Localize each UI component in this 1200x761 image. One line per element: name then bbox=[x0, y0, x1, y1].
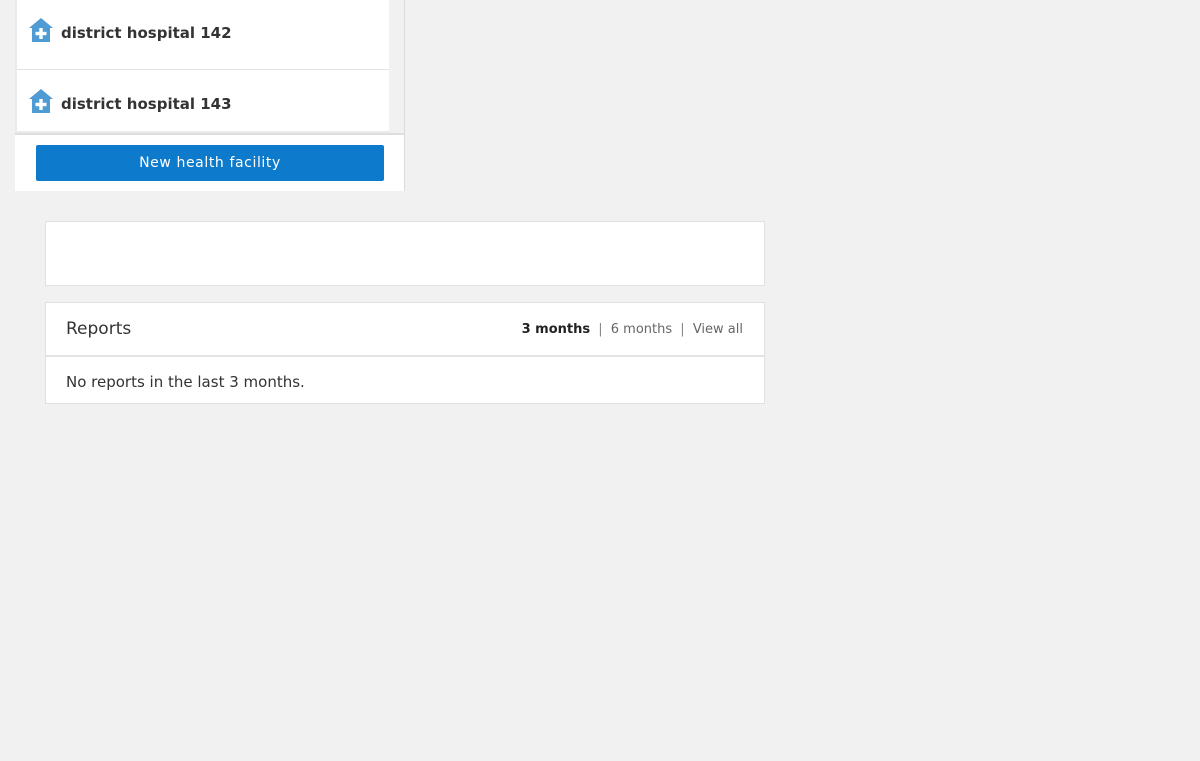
reports-header: Reports 3 months | 6 months | View all bbox=[46, 303, 764, 357]
range-separator: | bbox=[598, 322, 603, 337]
facility-item[interactable]: district hospital 142 bbox=[17, 0, 389, 70]
facility-item[interactable]: district hospital 143 bbox=[17, 71, 389, 131]
facility-name: district hospital 143 bbox=[61, 95, 232, 113]
scrollbar[interactable] bbox=[389, 0, 404, 133]
facility-name: district hospital 142 bbox=[61, 24, 232, 42]
health-facility-icon bbox=[28, 17, 54, 43]
report-range-filter: 3 months | 6 months | View all bbox=[522, 322, 743, 337]
health-facility-icon bbox=[28, 88, 54, 114]
range-separator: | bbox=[680, 322, 685, 337]
new-health-facility-button[interactable]: New health facility bbox=[36, 145, 384, 181]
reports-panel: Reports 3 months | 6 months | View all N… bbox=[45, 302, 765, 404]
range-3-months[interactable]: 3 months bbox=[522, 322, 591, 337]
sidebar-footer: New health facility bbox=[15, 133, 404, 191]
reports-empty-message: No reports in the last 3 months. bbox=[66, 373, 305, 391]
range-6-months[interactable]: 6 months bbox=[611, 322, 672, 337]
range-view-all[interactable]: View all bbox=[693, 322, 743, 337]
reports-title: Reports bbox=[66, 319, 132, 339]
sidebar: district hospital 142 district hospital … bbox=[15, 0, 405, 191]
empty-panel bbox=[45, 221, 765, 286]
facility-list: district hospital 142 district hospital … bbox=[17, 0, 389, 131]
